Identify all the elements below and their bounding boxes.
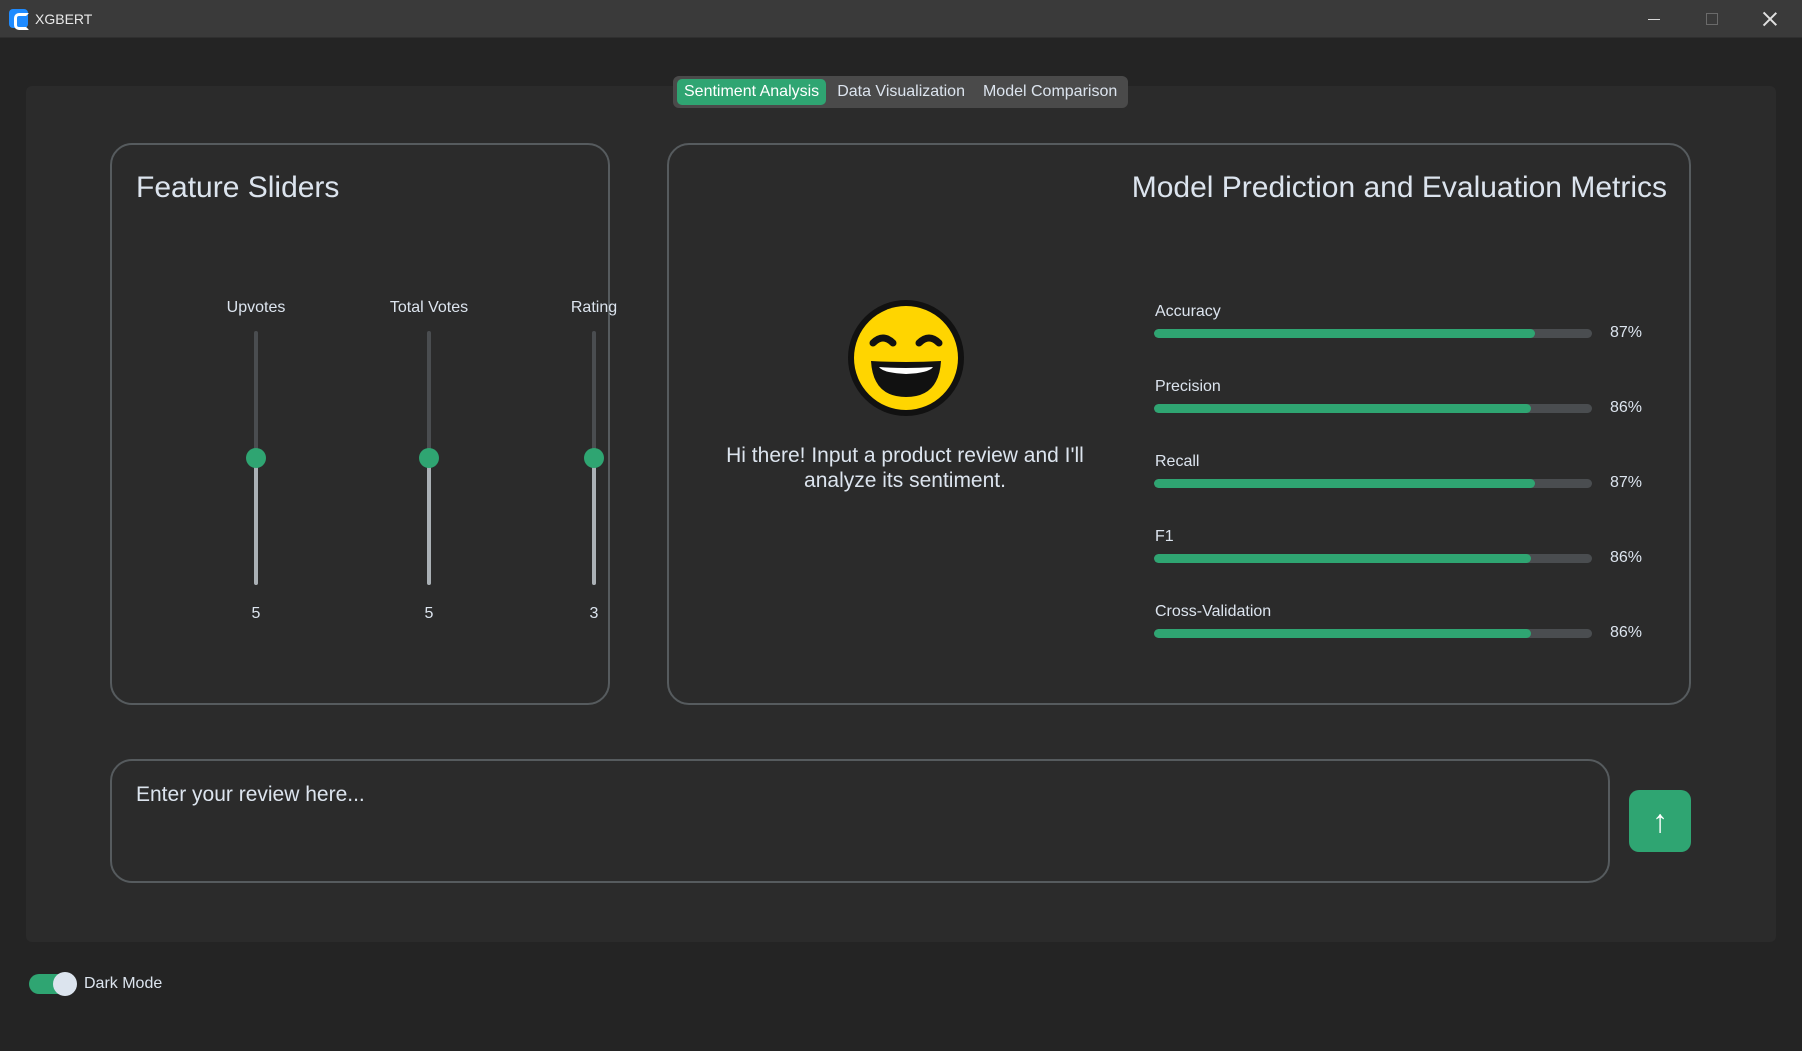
slider-fill [427,458,431,585]
feature-sliders-panel: Feature Sliders Upvotes 5 Total Votes 5 … [110,143,617,705]
metric-value: 86% [1610,549,1643,566]
metric-value: 87% [1610,474,1643,491]
slider-value: 3 [589,605,599,622]
minimize-icon [1648,18,1660,20]
metric-label: F1 [1155,528,1174,545]
slider-fill [592,458,596,585]
metric-f1: F1 86% [1154,528,1654,578]
grinning-face-icon [848,300,964,416]
metric-label: Precision [1155,378,1221,395]
arrow-up-icon: ↑ [1652,802,1668,839]
slider-label: Upvotes [226,299,286,316]
slider-label: Total Votes [389,299,469,316]
prediction-metrics-panel: Model Prediction and Evaluation Metrics … [667,143,1691,705]
maximize-icon [1706,13,1718,25]
close-icon [1763,12,1777,26]
metric-precision: Precision 86% [1154,378,1654,428]
metric-recall: Recall 87% [1154,453,1654,503]
slider-label: Rating [570,299,618,316]
metric-progress-fill [1154,479,1536,488]
app-logo-icon [9,9,29,30]
tab-sentiment-analysis[interactable]: Sentiment Analysis [677,79,827,105]
slider-value: 5 [251,605,261,622]
metric-progress-bar [1154,329,1592,338]
metric-progress-bar [1154,554,1592,563]
metric-progress-bar [1154,404,1592,413]
dark-mode-toggle[interactable] [29,972,77,996]
feature-sliders-title: Feature Sliders [136,171,340,204]
metric-cross-validation: Cross-Validation 86% [1154,603,1654,653]
metric-label: Accuracy [1155,303,1221,320]
window-title: XGBERT [35,11,93,27]
review-input-container [110,759,1610,883]
metric-value: 86% [1610,624,1643,641]
tab-model-comparison[interactable]: Model Comparison [976,79,1124,105]
metric-label: Cross-Validation [1155,603,1272,620]
metric-progress-fill [1154,404,1531,413]
review-input[interactable] [136,783,1576,863]
slider-handle[interactable] [246,448,266,468]
maximize-button[interactable] [1683,0,1741,38]
window-titlebar: XGBERT [0,0,1802,38]
metrics-panel-title: Model Prediction and Evaluation Metrics [1131,171,1667,204]
slider-value: 5 [424,605,434,622]
metric-progress-bar [1154,629,1592,638]
metric-value: 87% [1610,324,1643,341]
tab-data-visualization[interactable]: Data Visualization [830,79,972,105]
submit-review-button[interactable]: ↑ [1629,790,1691,852]
slider-handle[interactable] [419,448,439,468]
dark-mode-label: Dark Mode [84,975,163,992]
metric-progress-bar [1154,479,1592,488]
metric-progress-fill [1154,629,1531,638]
metric-progress-fill [1154,329,1536,338]
close-button[interactable] [1741,0,1799,38]
metric-progress-fill [1154,554,1531,563]
metric-label: Recall [1155,453,1200,470]
minimize-button[interactable] [1625,0,1683,38]
slider-handle[interactable] [584,448,604,468]
slider-fill [254,458,258,585]
metric-value: 86% [1610,399,1643,416]
tab-bar: Sentiment Analysis Data Visualization Mo… [673,76,1129,108]
greeting-message: Hi there! Input a product review and I'l… [726,444,1084,492]
metric-accuracy: Accuracy 87% [1154,303,1654,353]
toggle-knob [53,972,77,996]
